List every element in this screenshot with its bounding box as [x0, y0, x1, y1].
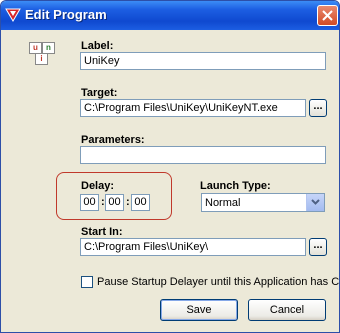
target-input[interactable]: C:\Program Files\UniKey\UniKeyNT.exe [80, 99, 306, 117]
launch-type-value: Normal [205, 197, 241, 209]
delay-separator: : [126, 196, 130, 208]
parameters-input[interactable] [80, 146, 326, 164]
target-caption: Target: [81, 87, 118, 99]
title-bar[interactable]: Edit Program [1, 1, 339, 30]
save-button[interactable]: Save [160, 299, 238, 321]
pause-startup-checkbox[interactable] [81, 276, 93, 288]
start-in-input[interactable]: C:\Program Files\UniKey\ [80, 238, 306, 256]
window-title: Edit Program [25, 7, 107, 22]
dialog-body: u n i Label: UniKey Target: C:\Program F… [4, 30, 339, 332]
start-in-caption: Start In: [81, 226, 123, 238]
cancel-button[interactable]: Cancel [248, 299, 326, 321]
edit-program-window: Edit Program u n i Label: UniKey Target:… [0, 0, 340, 333]
delay-caption: Delay: [81, 180, 115, 192]
delay-seconds-field[interactable]: 00 [131, 194, 150, 211]
parameters-caption: Parameters: [81, 134, 145, 146]
label-caption: Label: [81, 40, 114, 52]
dropdown-button[interactable] [306, 194, 324, 211]
launch-type-caption: Launch Type: [200, 180, 271, 192]
program-icon: u n i [29, 42, 55, 65]
label-input[interactable]: UniKey [80, 52, 326, 70]
startup-delayer-icon [5, 8, 21, 22]
delay-minutes-field[interactable]: 00 [105, 194, 124, 211]
chevron-down-icon [311, 199, 320, 205]
pause-startup-label[interactable]: Pause Startup Delayer until this Applica… [97, 276, 339, 288]
target-browse-button[interactable]: ... [309, 99, 327, 117]
start-in-browse-button[interactable]: ... [309, 238, 327, 256]
close-button[interactable] [317, 5, 338, 26]
delay-hours-field[interactable]: 00 [80, 194, 99, 211]
close-icon [322, 10, 333, 21]
key-i: i [35, 53, 48, 65]
launch-type-select[interactable]: Normal [201, 193, 325, 212]
